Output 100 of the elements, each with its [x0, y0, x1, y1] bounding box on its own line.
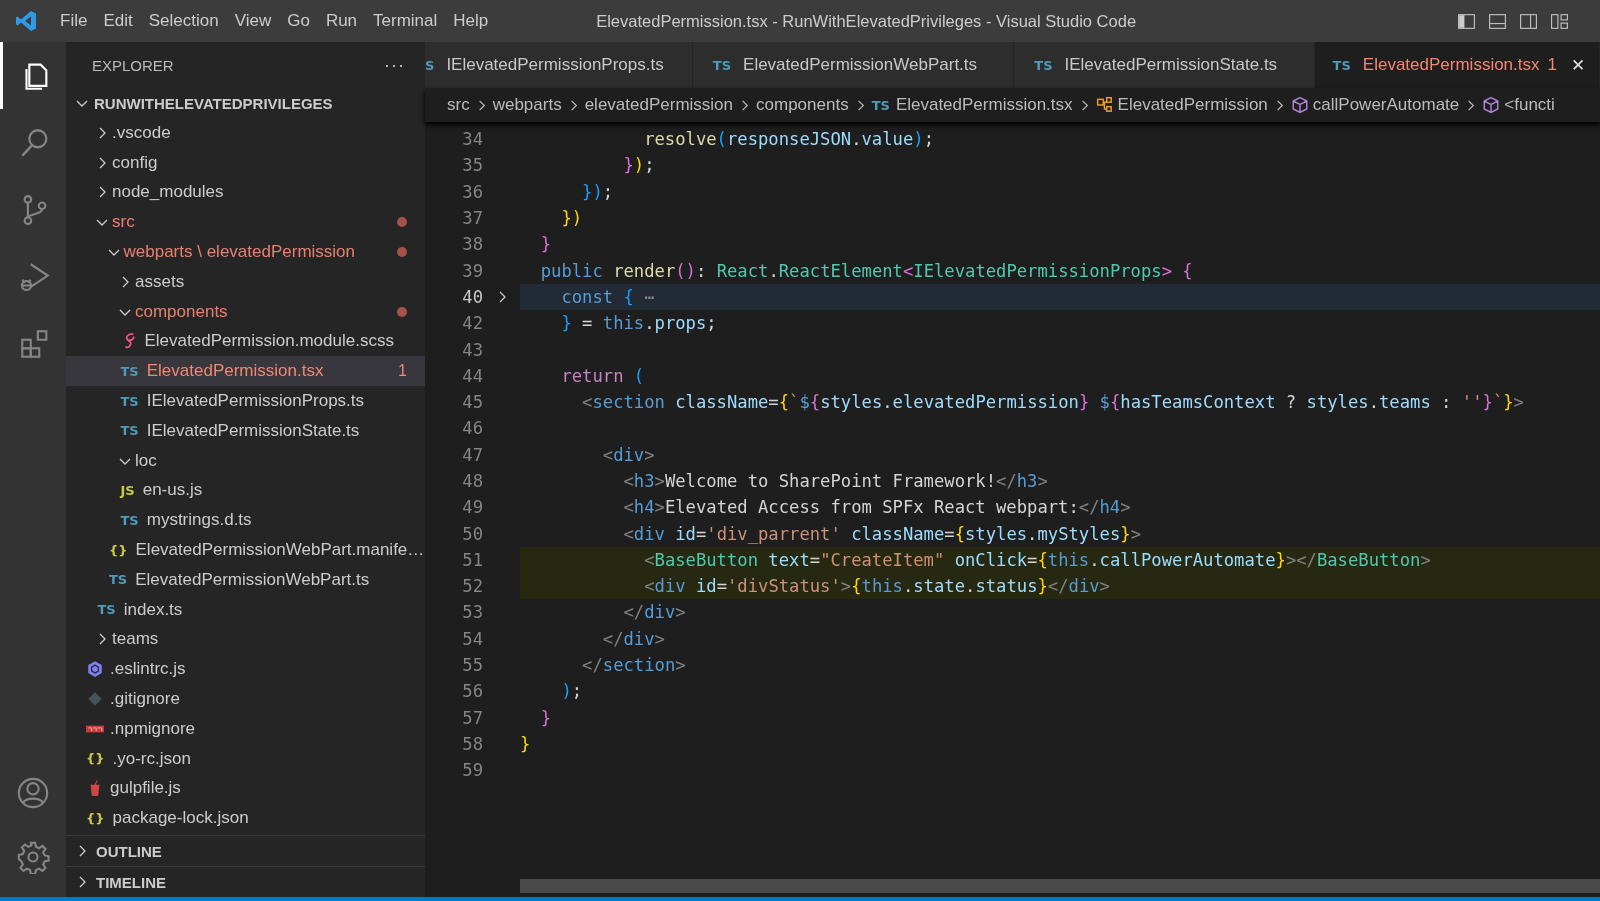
- code-line: </div>: [601, 628, 665, 649]
- line-number: 40: [461, 286, 483, 307]
- tree-item[interactable]: {} ElevatedPermissionWebPart.manife…: [66, 535, 425, 565]
- code-line: <section className={`${styles.elevatedPermission} ${hasTeamsContext ? styles.teams : ''}`}>: [581, 392, 1524, 413]
- code-line: <div>: [601, 444, 655, 465]
- line-number: 42: [461, 313, 483, 334]
- editor-tab[interactable]: TS ElevatedPermission.tsx 1 ✕: [1314, 42, 1600, 88]
- settings-icon[interactable]: [16, 840, 50, 874]
- code-line: <h3>Welcome to SharePoint Framework!</h3>: [622, 471, 1048, 491]
- tree-item[interactable]: src: [66, 207, 425, 238]
- breadcrumb-item[interactable]: ElevatedPermission.tsx: [895, 95, 1073, 115]
- line-number: 37: [461, 208, 483, 229]
- tree-item[interactable]: TS IElevatedPermissionState.ts: [66, 415, 425, 446]
- cube-icon: [1290, 96, 1309, 114]
- class-icon: [1095, 96, 1114, 114]
- tree-item[interactable]: node_modules: [66, 177, 425, 208]
- tree-item[interactable]: loc: [66, 445, 425, 476]
- breadcrumb-item[interactable]: ElevatedPermission: [1117, 95, 1268, 115]
- tree-item[interactable]: TS index.ts: [66, 594, 425, 625]
- cube-icon: [1482, 96, 1501, 114]
- menu-item[interactable]: Selection: [140, 7, 227, 35]
- tree-item[interactable]: webparts \ elevatedPermission: [66, 237, 425, 267]
- tree-item[interactable]: .eslintrc.js: [66, 654, 425, 685]
- scrollbar[interactable]: [520, 879, 1600, 893]
- line-number: 50: [461, 523, 483, 544]
- editor-tab[interactable]: S IElevatedPermissionProps.ts: [425, 42, 693, 88]
- tree-item[interactable]: gulpfile.js: [66, 773, 425, 804]
- file-type-icon: TS: [97, 602, 116, 618]
- section-title[interactable]: OUTLINE: [96, 842, 162, 860]
- code-line: }: [539, 234, 552, 255]
- tree-item[interactable]: JS en-us.js: [66, 475, 425, 506]
- tree-item[interactable]: .gitignore: [66, 684, 425, 714]
- breadcrumb-item[interactable]: webparts: [492, 95, 562, 115]
- menu-item[interactable]: Help: [445, 7, 497, 35]
- tree-item[interactable]: ElevatedPermission.module.scss: [66, 326, 425, 357]
- code-line: );: [560, 681, 583, 702]
- tree-item[interactable]: config: [66, 147, 425, 178]
- file-type-icon: TS: [109, 572, 128, 588]
- more-actions-button[interactable]: ···: [384, 54, 405, 76]
- line-number: 35: [461, 155, 483, 176]
- modified-dot: [397, 247, 407, 258]
- tree-item[interactable]: TS IElevatedPermissionProps.ts: [66, 386, 425, 416]
- line-number: 38: [461, 234, 483, 255]
- code-line: <h4>Elevated Access from SPFx React webpart:</h4>: [622, 497, 1131, 518]
- editor-tab[interactable]: TS ElevatedPermissionWebPart.ts: [692, 42, 1015, 88]
- menu-item[interactable]: Terminal: [365, 7, 446, 35]
- breadcrumb-item[interactable]: src: [447, 95, 470, 115]
- breadcrumb-item[interactable]: <functi: [1504, 95, 1555, 115]
- tree-item[interactable]: components: [66, 296, 425, 327]
- code-line: }: [520, 733, 531, 754]
- line-number: 45: [461, 392, 483, 413]
- breadcrumb-item[interactable]: components: [756, 95, 849, 115]
- line-number: 54: [461, 628, 483, 649]
- close-button[interactable]: ✕: [1569, 54, 1587, 76]
- line-number: 36: [461, 181, 483, 202]
- tree-item[interactable]: assets: [66, 267, 425, 297]
- breadcrumb-item[interactable]: callPowerAutomate: [1312, 95, 1460, 115]
- code-line: public render(): React.ReactElement<IElevatedPermissionProps> {: [539, 260, 1193, 281]
- line-number: 39: [461, 260, 483, 281]
- window-title: ElevatedPermission.tsx - RunWithElevatedPrivileges - Visual Studio Code: [595, 11, 1138, 31]
- code-line: });: [622, 155, 655, 176]
- menu-item[interactable]: Run: [317, 7, 366, 35]
- menu-item[interactable]: Go: [279, 7, 318, 35]
- tree-item[interactable]: .vscode: [66, 118, 425, 148]
- code-line: const { ⋯: [560, 286, 655, 307]
- line-number: 53: [461, 602, 483, 623]
- line-number: 56: [461, 681, 483, 702]
- tree-item[interactable]: {} .yo-rc.json: [66, 743, 425, 774]
- menu-item[interactable]: View: [226, 7, 280, 35]
- editor-tab[interactable]: TS IElevatedPermissionState.ts: [1014, 42, 1315, 88]
- line-number: 34: [461, 129, 483, 150]
- menu-item[interactable]: File: [52, 7, 96, 35]
- file-type-icon: TS: [871, 97, 890, 113]
- line-number: 55: [461, 655, 483, 676]
- code-line: </div>: [622, 602, 686, 623]
- code-line: });: [581, 181, 614, 202]
- file-type-icon: TS: [120, 393, 139, 409]
- line-number: 58: [461, 733, 483, 754]
- project-title[interactable]: RUNWITHELEVATEDPRIVILEGES: [94, 94, 333, 112]
- tree-item[interactable]: teams: [66, 624, 425, 655]
- tree-item[interactable]: TS ElevatedPermission.tsx 1: [66, 356, 425, 387]
- line-number: 57: [461, 707, 483, 728]
- line-number: 51: [461, 549, 483, 570]
- code-line: }: [539, 707, 552, 728]
- tree-item[interactable]: TS ElevatedPermissionWebPart.ts: [66, 564, 425, 595]
- breadcrumb-item[interactable]: elevatedPermission: [584, 95, 733, 115]
- line-number: 59: [461, 760, 483, 781]
- code-line: </section>: [581, 655, 686, 676]
- tree-item[interactable]: {} package-lock.json: [66, 803, 425, 834]
- menu-item[interactable]: Edit: [95, 7, 141, 35]
- tree-item[interactable]: TS mystrings.d.ts: [66, 505, 425, 536]
- section-title[interactable]: TIMELINE: [96, 873, 166, 891]
- code-line: <div id='div_parrent' className={styles.myStyles}>: [622, 523, 1141, 544]
- code-line: }): [560, 208, 583, 229]
- code-line: } = this.props;: [560, 313, 717, 334]
- line-number: 44: [461, 365, 483, 386]
- code-line: return (: [560, 365, 645, 386]
- tree-item[interactable]: .npmignore: [66, 713, 425, 744]
- file-type-icon: TS: [120, 363, 139, 379]
- account-icon[interactable]: [16, 776, 50, 810]
